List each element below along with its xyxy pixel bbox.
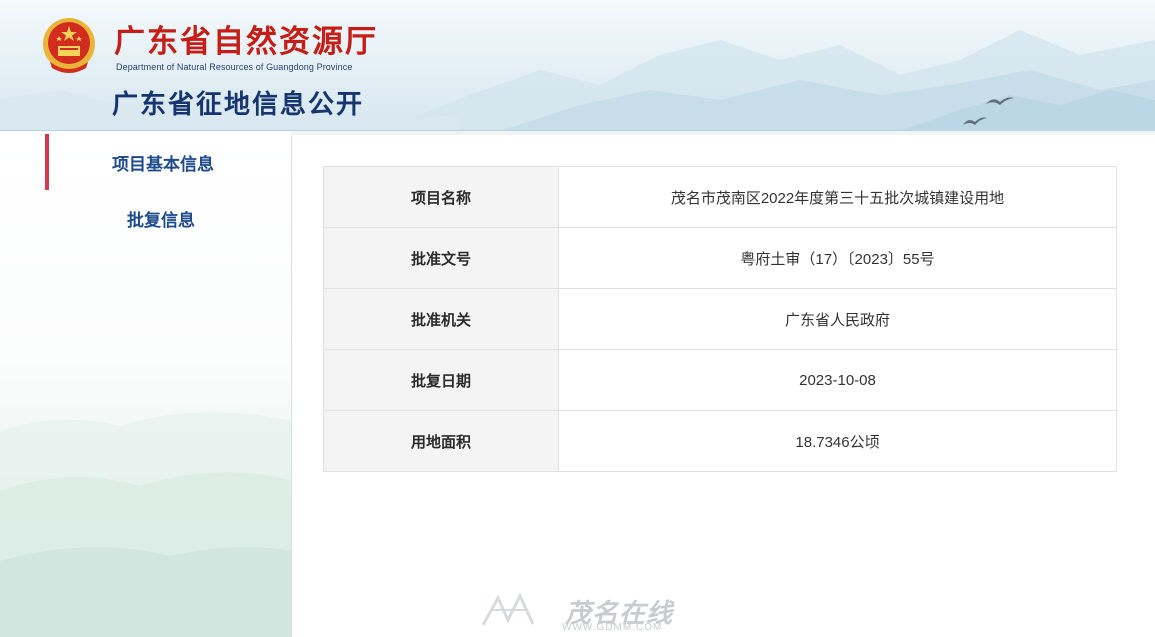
table-row: 批准文号 粤府土审（17）〔2023〕55号 bbox=[323, 227, 1117, 289]
site-header: 广东省自然资源厅 Department of Natural Resources… bbox=[0, 0, 1155, 131]
field-label-approval-authority: 批准机关 bbox=[323, 288, 559, 350]
field-value-approval-date: 2023-10-08 bbox=[558, 349, 1117, 411]
table-row: 批准机关 广东省人民政府 bbox=[323, 288, 1117, 350]
field-value-project-name: 茂名市茂南区2022年度第三十五批次城镇建设用地 bbox=[558, 166, 1117, 228]
national-emblem-icon bbox=[43, 18, 95, 73]
table-row: 用地面积 18.7346公顷 bbox=[323, 410, 1117, 472]
table-row: 项目名称 茂名市茂南区2022年度第三十五批次城镇建设用地 bbox=[323, 166, 1117, 228]
table-row: 批复日期 2023-10-08 bbox=[323, 349, 1117, 411]
field-value-land-area: 18.7346公顷 bbox=[558, 410, 1117, 472]
bird-icon bbox=[986, 97, 1014, 105]
watermark-url: WWW.GDMM.COM bbox=[562, 622, 663, 633]
field-value-approval-authority: 广东省人民政府 bbox=[558, 288, 1117, 350]
site-title: 广东省征地信息公开 bbox=[112, 90, 365, 119]
field-label-approval-date: 批复日期 bbox=[323, 349, 559, 411]
bird-icon bbox=[963, 117, 987, 125]
department-name-cn: 广东省自然资源厅 bbox=[114, 24, 378, 59]
watermark-logo-icon bbox=[481, 592, 535, 626]
sidebar-item-label: 项目基本信息 bbox=[112, 154, 214, 174]
department-name-en: Department of Natural Resources of Guang… bbox=[116, 62, 353, 72]
sidebar-item-label: 批复信息 bbox=[127, 210, 195, 230]
project-info-table: 项目名称 茂名市茂南区2022年度第三十五批次城镇建设用地 批准文号 粤府土审（… bbox=[323, 166, 1117, 472]
sidebar-item-approval-info[interactable]: 批复信息 bbox=[45, 190, 285, 246]
field-label-project-name: 项目名称 bbox=[323, 166, 559, 228]
main-content-panel: 项目名称 茂名市茂南区2022年度第三十五批次城镇建设用地 批准文号 粤府土审（… bbox=[291, 135, 1155, 637]
field-value-approval-number: 粤府土审（17）〔2023〕55号 bbox=[558, 227, 1117, 289]
field-label-approval-number: 批准文号 bbox=[323, 227, 559, 289]
field-label-land-area: 用地面积 bbox=[323, 410, 559, 472]
sidebar-item-project-info[interactable]: 项目基本信息 bbox=[45, 134, 285, 190]
